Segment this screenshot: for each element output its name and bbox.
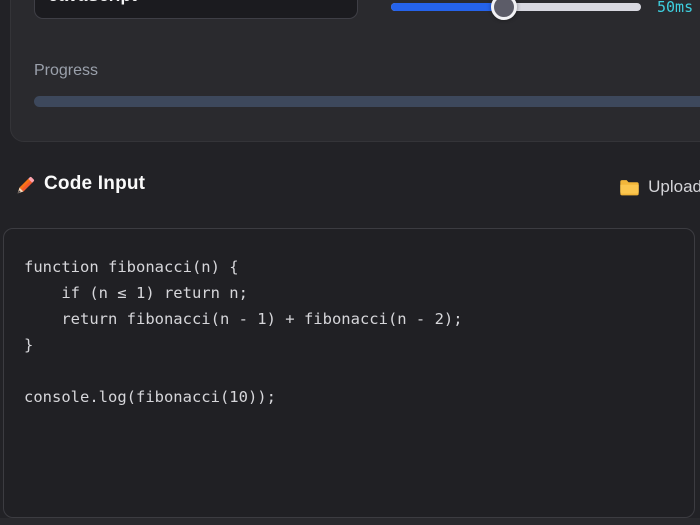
slider-thumb[interactable] (491, 0, 517, 20)
slider-fill (391, 3, 504, 11)
typing-speed-value: 50ms (657, 0, 693, 16)
code-text: function fibonacci(n) { if (n ≤ 1) retur… (4, 229, 694, 435)
next-section-edge (0, 518, 700, 525)
chevron-down-icon (325, 0, 343, 5)
code-section-header: Code Input Upload (0, 170, 700, 206)
pencil-icon (13, 174, 37, 198)
settings-card: JavaScript Typing Speed 50ms Progress (10, 0, 700, 142)
progress-label: Progress (34, 62, 98, 80)
code-input-textarea[interactable]: function fibonacci(n) { if (n ≤ 1) retur… (3, 228, 695, 518)
typing-speed-slider[interactable] (391, 0, 641, 20)
progress-bar (34, 96, 700, 107)
app-window: JavaScript Typing Speed 50ms Progress (0, 0, 700, 525)
upload-button[interactable]: Upload (619, 174, 700, 200)
code-input-title: Code Input (44, 173, 145, 195)
upload-button-label: Upload (648, 177, 700, 197)
language-select-value: JavaScript (49, 0, 137, 6)
language-select[interactable]: JavaScript (34, 0, 358, 19)
folder-icon (619, 178, 640, 196)
